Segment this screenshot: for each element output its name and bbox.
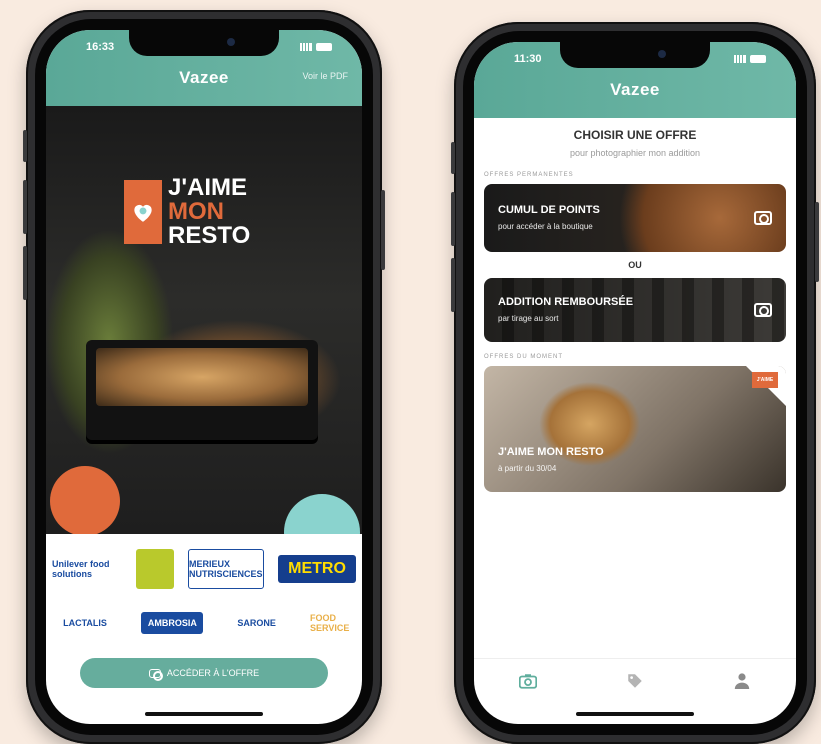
partner-logo-ambrosia: AMBROSIA xyxy=(141,612,204,634)
jaime-mon-resto-logo: J'AIME xyxy=(752,372,778,388)
front-camera xyxy=(658,50,666,58)
app-brand: Vazee xyxy=(610,80,660,99)
tag-icon xyxy=(628,673,642,688)
partner-row-2: LACTALIS AMBROSIA SARONE FOOD SERVICE xyxy=(52,596,356,650)
signal-icon xyxy=(300,43,312,51)
offer-card-title: ADDITION REMBOURSÉE xyxy=(498,296,634,308)
partner-logos: Unilever food solutions MERIEUX NUTRISCI… xyxy=(46,534,362,654)
app-bar: Vazee Voir le PDF xyxy=(46,64,362,92)
camera-tab[interactable] xyxy=(513,673,543,689)
partner-logo-foodservice: FOOD SERVICE xyxy=(309,613,350,633)
camera-icon xyxy=(148,668,163,681)
heart-shield-icon xyxy=(124,180,162,244)
partner-logo-unilever: Unilever food solutions xyxy=(52,559,110,579)
screen-right: 11:30 Vazee CHOISIR UNE OFFRE pour photo… xyxy=(474,42,796,724)
front-camera xyxy=(227,38,235,46)
partner-logo-green xyxy=(136,549,174,589)
home-indicator[interactable] xyxy=(145,712,263,716)
camera-icon xyxy=(754,211,772,225)
app-bar: Vazee xyxy=(474,76,796,104)
partner-logo-merieux: MERIEUX NUTRISCIENCES xyxy=(188,549,264,589)
offer-card-refund[interactable]: ADDITION REMBOURSÉE par tirage au sort xyxy=(484,278,786,342)
status-time: 11:30 xyxy=(514,53,542,65)
volume-up-button xyxy=(451,192,455,246)
volume-down-button xyxy=(23,246,27,300)
skip-link[interactable]: Voir le PDF xyxy=(302,71,348,81)
offer-card-jaime-mon-resto[interactable]: J'AIME J'AIME MON RESTO à partir du 30/0… xyxy=(484,366,786,492)
offer-card-subtitle: par tirage au sort xyxy=(498,314,559,323)
access-offer-button[interactable]: ACCÉDER À L'OFFRE xyxy=(80,658,328,688)
offer-card-subtitle: pour accéder à la boutique xyxy=(498,222,593,231)
power-button xyxy=(815,202,819,282)
partner-logo-lactalis: LACTALIS xyxy=(63,618,107,628)
food-tray-image xyxy=(86,340,318,440)
page-subtitle: pour photographier mon addition xyxy=(569,148,701,158)
page-title: CHOISIR UNE OFFRE xyxy=(573,128,697,142)
side-button xyxy=(23,130,27,162)
offer-card-title: J'AIME MON RESTO xyxy=(498,446,604,458)
pizza-illustration xyxy=(50,466,120,534)
hero-image: J'AIME MON RESTO xyxy=(46,106,362,534)
user-icon xyxy=(735,672,750,689)
offer-card-subtitle: à partir du 30/04 xyxy=(498,464,557,473)
status-icons xyxy=(300,43,332,51)
camera-icon xyxy=(754,303,772,317)
tab-bar xyxy=(474,658,796,702)
battery-icon xyxy=(316,43,332,51)
home-indicator[interactable] xyxy=(576,712,694,716)
phone-right: 11:30 Vazee CHOISIR UNE OFFRE pour photo… xyxy=(451,22,819,744)
or-separator: OU xyxy=(628,260,642,270)
offers-content: CHOISIR UNE OFFRE pour photographier mon… xyxy=(474,128,796,492)
group-label-current: OFFRES DU MOMENT xyxy=(484,354,563,360)
screen-left: 16:33 Vazee Voir le PDF J'AIME MON RESTO… xyxy=(46,30,362,724)
access-offer-label: ACCÉDER À L'OFFRE xyxy=(166,668,260,678)
offer-card-points[interactable]: CUMUL DE POINTS pour accéder à la boutiq… xyxy=(484,184,786,252)
battery-icon xyxy=(750,55,766,63)
fish-illustration xyxy=(284,494,360,534)
partner-logo-metro: METRO xyxy=(278,555,356,583)
logo-line-3: RESTO xyxy=(168,222,251,249)
power-button xyxy=(381,190,385,270)
signal-icon xyxy=(734,55,746,63)
status-time: 16:33 xyxy=(86,41,115,53)
volume-down-button xyxy=(451,258,455,312)
offer-card-title: CUMUL DE POINTS xyxy=(498,204,600,216)
group-label-permanent: OFFRES PERMANENTES xyxy=(484,172,574,178)
offers-tab[interactable] xyxy=(620,672,650,690)
volume-up-button xyxy=(23,180,27,234)
profile-tab[interactable] xyxy=(727,672,757,690)
jaime-mon-resto-logo: J'AIME MON RESTO xyxy=(124,176,250,248)
notch xyxy=(560,42,710,68)
notch xyxy=(129,30,279,56)
phone-left: 16:33 Vazee Voir le PDF J'AIME MON RESTO… xyxy=(23,10,385,744)
side-button xyxy=(451,142,455,174)
status-icons xyxy=(734,55,766,63)
logo-line-2: MON xyxy=(168,198,224,225)
camera-icon xyxy=(518,673,537,689)
partner-row-1: Unilever food solutions MERIEUX NUTRISCI… xyxy=(52,542,356,596)
partner-logo-sarone: SARONE xyxy=(237,618,276,628)
logo-text: J'AIME MON RESTO xyxy=(168,176,250,248)
logo-line-1: J'AIME xyxy=(168,174,248,201)
app-brand: Vazee xyxy=(179,68,229,87)
